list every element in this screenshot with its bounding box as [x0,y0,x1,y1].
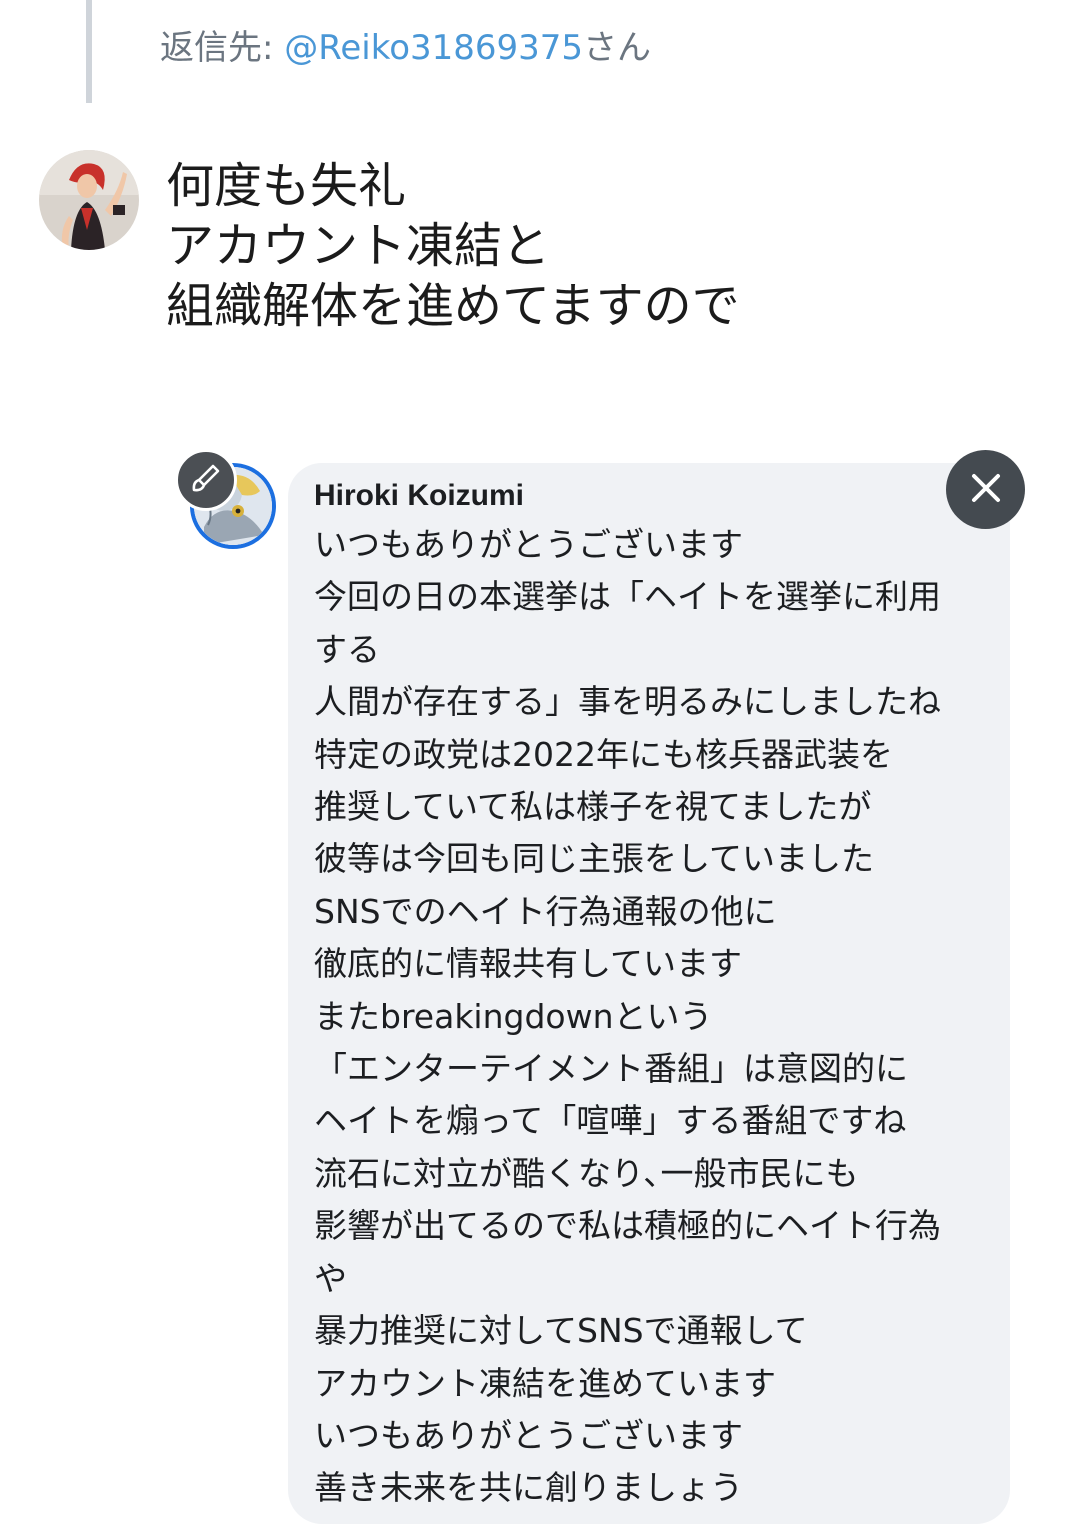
edit-button[interactable] [175,449,237,511]
tweet-line: 組織解体を進めてますので [166,278,740,334]
brush-icon [189,461,223,499]
comment-line: SNSでのヘイト行為通報の他に [314,891,777,931]
reply-to-prefix: 返信先: [160,28,285,68]
reply-to-suffix: さん [583,28,652,68]
comment-line: 流石に対立が酷くなり､一般市民にも [314,1153,859,1193]
user-avatar[interactable] [39,150,139,250]
comment-line: またbreakingdownという [314,996,713,1036]
comment-line: いつもありがとうございます [314,1415,743,1455]
comment-line: いつもありがとうございます [314,525,743,564]
comment-line: 徹底的に情報共有しています [314,944,743,984]
comment-line: 暴力推奨に対してSNSで通報して [314,1311,808,1351]
comment-line: 人間が存在する」事を明るみにしましたね [314,682,941,722]
comment-line: 特定の政党は2022年にも核兵器武装を [314,734,893,774]
tweet-text: 何度も失礼 アカウント凍結と 組織解体を進めてますので [166,156,740,336]
comment-author[interactable]: Hiroki Koizumi [314,476,524,516]
thread-line [86,0,92,103]
comment-line: アカウント凍結を進めています [314,1363,776,1403]
comment-line: する [314,629,380,669]
tweet-line: 何度も失礼 [166,158,407,214]
tweet-line: アカウント凍結と [166,218,551,274]
comment-line: 影響が出てるので私は積極的にヘイト行為 [314,1206,941,1246]
close-icon [968,470,1004,510]
comment-line: 「エンターテイメント番組」は意図的に [314,1049,908,1089]
comment-line: ヘイトを煽って「喧嘩」する番組ですね [314,1101,907,1141]
comment-line: 善き未来を共に創りましょう [314,1468,743,1508]
reply-handle-link[interactable]: @Reiko31869375 [284,28,583,68]
comment-line: 推奨していて私は様子を視てましたが [314,787,872,827]
comment-text: いつもありがとうございます 今回の日の本選挙は「ヘイトを選挙に利用 する 人間が… [314,519,941,1515]
reply-to-line: 返信先: @Reiko31869375さん [160,24,651,72]
close-button[interactable] [946,450,1025,529]
comment-line: や [314,1258,347,1298]
comment-line: 今回の日の本選挙は「ヘイトを選挙に利用 [314,577,941,617]
comment-line: 彼等は今回も同じ主張をしていました [314,839,875,879]
